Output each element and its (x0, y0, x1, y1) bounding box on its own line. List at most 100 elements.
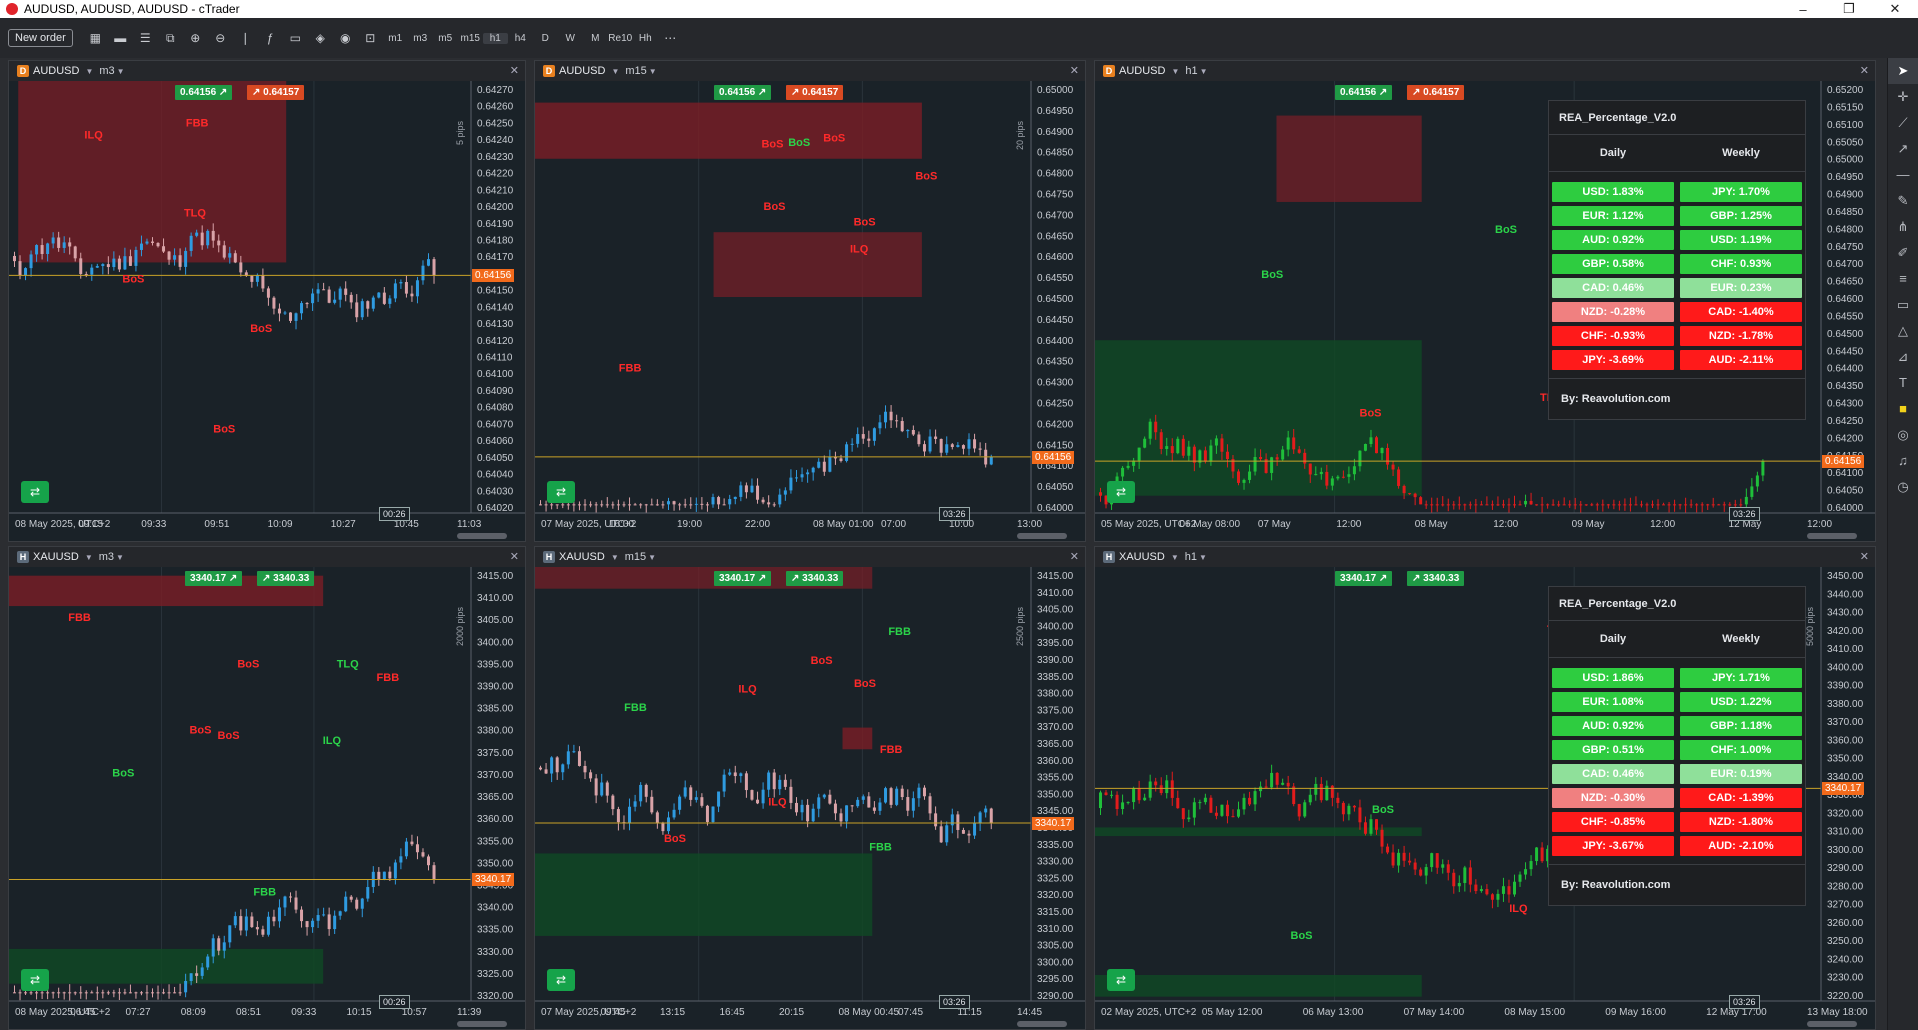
pen-icon[interactable]: ✎ (1888, 188, 1918, 214)
candles-icon[interactable]: ❘ (233, 31, 258, 45)
sell-price-button[interactable]: ↗ 3340.33 (786, 571, 844, 586)
chart-panel-p4[interactable]: H XAUUSD ▼ m3 ▼ ✕ 3415.00 3410.00 3405.00 3400… (8, 546, 526, 1030)
timeframe-W[interactable]: W (558, 33, 583, 44)
chevron-down-icon[interactable]: ▼ (117, 67, 125, 76)
timeframe-h1[interactable]: h1 (482, 32, 508, 44)
indicator-icon[interactable]: ƒ (258, 31, 283, 45)
eye-icon[interactable]: ◉ (333, 31, 358, 45)
sell-price-button[interactable]: ↗ 0.64157 (786, 85, 844, 100)
fib-icon[interactable]: ≡ (1888, 266, 1918, 292)
horizontal-scrollbar[interactable] (457, 1021, 507, 1027)
timeframe-m5[interactable]: m5 (433, 33, 458, 44)
timeframe-m3[interactable]: m3 (408, 33, 433, 44)
buy-price-button[interactable]: 3340.17 ↗ (185, 571, 243, 586)
timeframe-m1[interactable]: m1 (383, 33, 408, 44)
symbol-selector[interactable]: AUDUSD (1119, 65, 1165, 77)
close-window-button[interactable]: ✕ (1872, 1, 1918, 17)
close-chart-icon[interactable]: ✕ (1070, 64, 1079, 77)
zoom-in-icon[interactable]: ⊕ (183, 31, 208, 45)
timeframe-D[interactable]: D (533, 33, 558, 44)
triangle-icon[interactable]: △ (1888, 318, 1918, 344)
horizontal-scrollbar[interactable] (1017, 1021, 1067, 1027)
quick-trade-icon[interactable]: ⇄ (547, 481, 575, 503)
chart-panel-p1[interactable]: D AUDUSD ▼ m3 ▼ ✕ 0.64270 0.64260 0.64250 0.64… (8, 60, 526, 542)
new-order-button[interactable]: New order (8, 29, 73, 47)
clock-icon[interactable]: ◷ (1888, 474, 1918, 500)
symbol-selector[interactable]: XAUUSD (559, 551, 605, 563)
chevron-down-icon[interactable]: ▼ (1199, 553, 1207, 562)
chevron-down-icon[interactable]: ▼ (611, 67, 619, 76)
chevron-down-icon[interactable]: ▼ (649, 67, 657, 76)
symbol-selector[interactable]: AUDUSD (33, 65, 79, 77)
camera-icon[interactable]: ◎ (1888, 422, 1918, 448)
timeframe-m15[interactable]: m15 (458, 33, 483, 44)
close-chart-icon[interactable]: ✕ (1860, 64, 1869, 77)
buy-price-button[interactable]: 3340.17 ↗ (1335, 571, 1393, 586)
buy-price-button[interactable]: 3340.17 ↗ (714, 571, 772, 586)
buy-price-button[interactable]: 0.64156 ↗ (1335, 85, 1393, 100)
sell-price-button[interactable]: ↗ 0.64157 (247, 85, 305, 100)
timeframe-h4[interactable]: h4 (508, 33, 533, 44)
close-chart-icon[interactable]: ✕ (510, 64, 519, 77)
zoom-out-icon[interactable]: ⊖ (208, 31, 233, 45)
timeframe-selector[interactable]: h1 (1185, 65, 1197, 77)
timeframe-M[interactable]: M (583, 33, 608, 44)
sell-price-button[interactable]: ↗ 0.64157 (1407, 85, 1465, 100)
cbot-icon[interactable]: ▭ (283, 31, 308, 45)
timeframe-selector[interactable]: h1 (1185, 551, 1197, 563)
note-icon[interactable]: ■ (1888, 396, 1918, 422)
cursor-icon[interactable]: ➤ (1888, 58, 1918, 84)
price-chart[interactable]: 3415.00 3410.00 3405.00 3400.00 3395.00 3390.… (9, 567, 526, 1030)
maximize-button[interactable]: ❐ (1826, 1, 1872, 17)
text-icon[interactable]: T (1888, 370, 1918, 396)
minimize-button[interactable]: – (1780, 2, 1826, 17)
ray-icon[interactable]: ↗ (1888, 136, 1918, 162)
multi-chart-icon[interactable]: ☰ (133, 31, 158, 45)
more-icon[interactable]: ⋯ (658, 31, 683, 45)
price-chart[interactable]: 0.64270 0.64260 0.64250 0.64240 0.64230 0.642… (9, 81, 526, 542)
pitchfork-icon[interactable]: ⋔ (1888, 214, 1918, 240)
timeframe-selector[interactable]: m15 (625, 551, 646, 563)
timeframe-Re10[interactable]: Re10 (608, 33, 633, 44)
trendline-icon[interactable]: ⟋ (1888, 110, 1918, 136)
horizontal-scrollbar[interactable] (457, 533, 507, 539)
layout-grid-icon[interactable]: ▦ (83, 31, 108, 45)
chevron-down-icon[interactable]: ▼ (85, 553, 93, 562)
brush-icon[interactable]: ✐ (1888, 240, 1918, 266)
bell-icon[interactable]: ♫ (1888, 448, 1918, 474)
sell-price-button[interactable]: ↗ 3340.33 (257, 571, 315, 586)
timeframe-selector[interactable]: m15 (625, 65, 646, 77)
rectangle-icon[interactable]: ▭ (1888, 292, 1918, 318)
timeframe-selector[interactable]: m3 (99, 551, 114, 563)
symbol-selector[interactable]: XAUUSD (33, 551, 79, 563)
template-icon[interactable]: ⊡ (358, 31, 383, 45)
chart-type-icon[interactable]: ⧉ (158, 31, 183, 46)
symbol-selector[interactable]: XAUUSD (1119, 551, 1165, 563)
chevron-down-icon[interactable]: ▼ (1171, 67, 1179, 76)
buy-price-button[interactable]: 0.64156 ↗ (714, 85, 772, 100)
close-chart-icon[interactable]: ✕ (1070, 550, 1079, 563)
quick-trade-icon[interactable]: ⇄ (1107, 481, 1135, 503)
timeframe-Hh[interactable]: Hh (633, 33, 658, 44)
horizontal-scrollbar[interactable] (1807, 1021, 1857, 1027)
hline-icon[interactable]: — (1888, 162, 1918, 188)
chevron-down-icon[interactable]: ▼ (611, 553, 619, 562)
timeframe-selector[interactable]: m3 (99, 65, 114, 77)
chart-panel-p5[interactable]: H XAUUSD ▼ m15 ▼ ✕ 3415.00 3410.00 3405.00 340… (534, 546, 1086, 1030)
chevron-down-icon[interactable]: ▼ (85, 67, 93, 76)
chevron-down-icon[interactable]: ▼ (1171, 553, 1179, 562)
horizontal-scrollbar[interactable] (1017, 533, 1067, 539)
chevron-down-icon[interactable]: ▼ (648, 553, 656, 562)
sell-price-button[interactable]: ↗ 3340.33 (1407, 571, 1465, 586)
chevron-down-icon[interactable]: ▼ (1200, 67, 1208, 76)
close-chart-icon[interactable]: ✕ (1860, 550, 1869, 563)
price-chart[interactable]: 3415.00 3410.00 3405.00 3400.00 3395.00 3390.… (535, 567, 1086, 1030)
price-chart[interactable]: 0.65000 0.64950 0.64900 0.64850 0.64800 0.647… (535, 81, 1086, 542)
close-chart-icon[interactable]: ✕ (510, 550, 519, 563)
layers-icon[interactable]: ◈ (308, 31, 333, 45)
buy-price-button[interactable]: 0.64156 ↗ (175, 85, 233, 100)
quick-trade-icon[interactable]: ⇄ (21, 969, 49, 991)
ruler-icon[interactable]: ⊿ (1888, 344, 1918, 370)
quick-trade-icon[interactable]: ⇄ (21, 481, 49, 503)
chart-panel-p2[interactable]: D AUDUSD ▼ m15 ▼ ✕ 0.65000 0.64950 0.64900 0.6… (534, 60, 1086, 542)
